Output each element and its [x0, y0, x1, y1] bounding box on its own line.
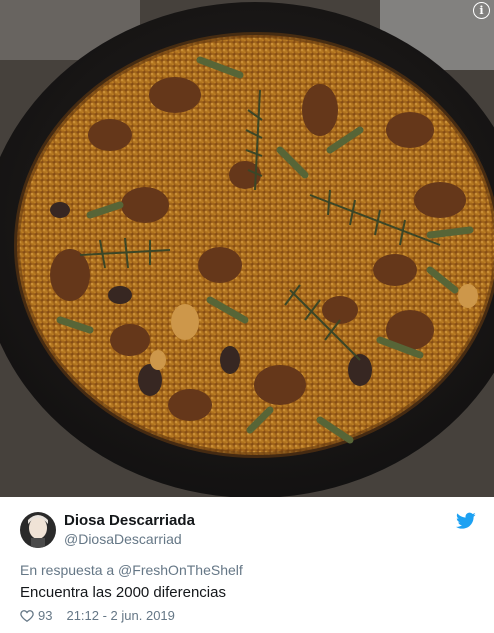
info-icon[interactable]: i [473, 2, 490, 19]
like-count[interactable]: 93 [38, 608, 52, 623]
avatar[interactable] [20, 512, 56, 548]
twitter-bird-icon[interactable] [456, 512, 476, 530]
paella-image [0, 0, 494, 497]
tweet-text: Encuentra las 2000 diferencias [20, 584, 226, 601]
heart-icon[interactable] [20, 609, 34, 623]
reply-context[interactable]: En respuesta a @FreshOnTheShelf [20, 562, 243, 578]
tweet-meta: 93 21:12 - 2 jun. 2019 [20, 608, 175, 623]
display-name[interactable]: Diosa Descarriada [64, 512, 195, 529]
paella-photo[interactable]: i [0, 0, 494, 497]
info-glyph: i [479, 4, 484, 17]
timestamp[interactable]: 21:12 - 2 jun. 2019 [66, 608, 174, 623]
user-handle[interactable]: @DiosaDescarriad [64, 531, 182, 547]
